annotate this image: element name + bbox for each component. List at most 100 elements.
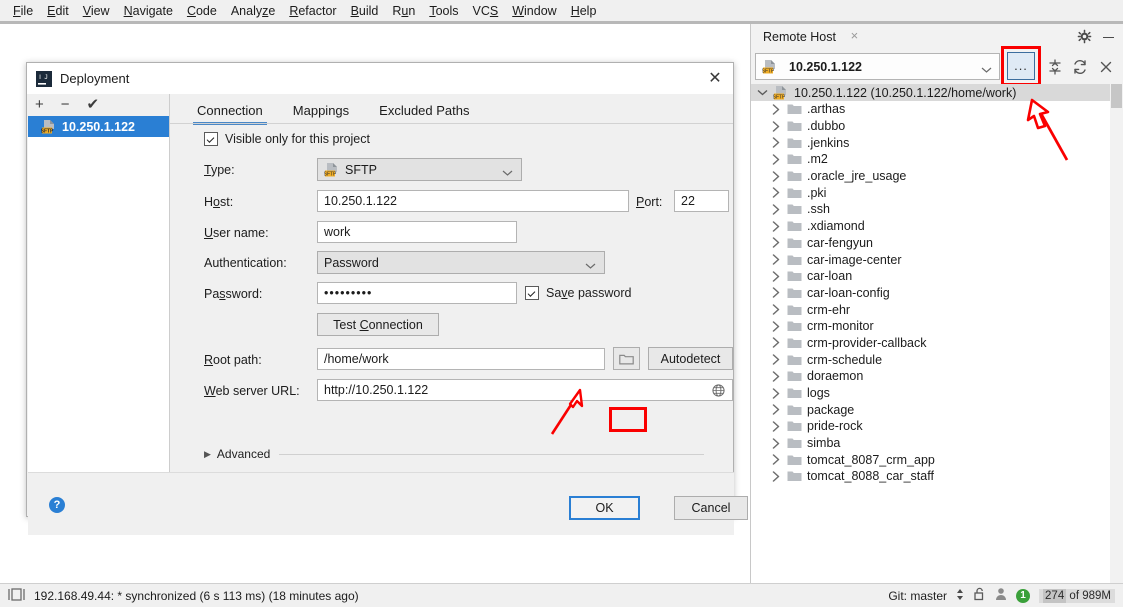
close-icon[interactable]: [1097, 58, 1115, 76]
menu-item-build[interactable]: Build: [344, 2, 386, 20]
menu-item-file[interactable]: File: [6, 2, 40, 20]
git-branch-label[interactable]: Git: master: [888, 589, 947, 603]
server-list-item[interactable]: SFTP 10.250.1.122: [28, 116, 169, 137]
tree-vertical-scrollbar[interactable]: [1110, 84, 1123, 583]
gear-icon[interactable]: [1077, 29, 1092, 44]
chevron-right-icon[interactable]: [765, 187, 787, 198]
help-button[interactable]: ?: [49, 497, 65, 513]
authentication-combo[interactable]: Password: [317, 251, 605, 274]
chevron-right-icon[interactable]: [765, 104, 787, 115]
tree-item-row[interactable]: car-image-center: [751, 251, 1123, 268]
tree-item-row[interactable]: .xdiamond: [751, 218, 1123, 235]
menu-item-view[interactable]: View: [76, 2, 117, 20]
tree-item-row[interactable]: crm-schedule: [751, 351, 1123, 368]
browse-ellipsis-button[interactable]: ...: [1007, 52, 1035, 80]
chevron-right-icon[interactable]: [765, 154, 787, 165]
user-avatar-icon[interactable]: [995, 587, 1007, 604]
type-combo[interactable]: SFTP SFTP: [317, 158, 522, 181]
tree-item-row[interactable]: pride-rock: [751, 418, 1123, 435]
cancel-button[interactable]: Cancel: [674, 496, 748, 520]
chevron-right-icon[interactable]: [765, 171, 787, 182]
advanced-section-header[interactable]: ▶ Advanced: [204, 447, 704, 461]
password-input[interactable]: •••••••••: [317, 282, 517, 304]
tree-item-row[interactable]: .oracle_jre_usage: [751, 168, 1123, 185]
menu-item-window[interactable]: Window: [505, 2, 563, 20]
chevron-right-icon[interactable]: [765, 137, 787, 148]
layout-toggle-icon[interactable]: [8, 588, 25, 604]
chevron-expanded-icon[interactable]: [751, 89, 773, 96]
autodetect-button[interactable]: Autodetect: [648, 347, 733, 370]
tree-item-row[interactable]: crm-ehr: [751, 301, 1123, 318]
chevron-right-icon[interactable]: [765, 271, 787, 282]
tree-item-row[interactable]: car-loan: [751, 268, 1123, 285]
menu-item-analyze[interactable]: Analyze: [224, 2, 282, 20]
tree-item-row[interactable]: .pki: [751, 184, 1123, 201]
chevron-right-icon[interactable]: [765, 121, 787, 132]
web-url-input[interactable]: http://10.250.1.122: [317, 379, 733, 401]
chevron-right-icon[interactable]: [765, 388, 787, 399]
notification-badge[interactable]: 1: [1016, 589, 1030, 603]
tree-item-row[interactable]: crm-provider-callback: [751, 335, 1123, 352]
menu-item-refactor[interactable]: Refactor: [282, 2, 343, 20]
tab-excluded-paths[interactable]: Excluded Paths: [379, 103, 469, 125]
root-path-browse-button[interactable]: [613, 347, 640, 370]
tree-item-row[interactable]: .jenkins: [751, 134, 1123, 151]
globe-icon[interactable]: [712, 384, 725, 400]
chevron-right-icon[interactable]: ▶: [204, 449, 211, 460]
host-input[interactable]: 10.250.1.122: [317, 190, 629, 212]
tree-item-row[interactable]: tomcat_8088_car_staff: [751, 468, 1123, 485]
menu-item-edit[interactable]: Edit: [40, 2, 76, 20]
chevron-right-icon[interactable]: [765, 221, 787, 232]
tree-root-row[interactable]: SFTP 10.250.1.122 (10.250.1.122/home/wor…: [751, 84, 1123, 101]
menu-item-tools[interactable]: Tools: [422, 2, 465, 20]
chevron-right-icon[interactable]: [765, 321, 787, 332]
chevron-right-icon[interactable]: [765, 421, 787, 432]
tree-item-row[interactable]: .ssh: [751, 201, 1123, 218]
tree-item-row[interactable]: car-fengyun: [751, 235, 1123, 252]
tree-item-row[interactable]: crm-monitor: [751, 318, 1123, 335]
menu-item-vcs[interactable]: VCS: [466, 2, 506, 20]
chevron-right-icon[interactable]: [765, 287, 787, 298]
memory-indicator[interactable]: 274 of 989M: [1039, 589, 1115, 603]
menu-item-run[interactable]: Run: [385, 2, 422, 20]
menu-item-navigate[interactable]: Navigate: [117, 2, 180, 20]
menu-item-code[interactable]: Code: [180, 2, 224, 20]
chevron-right-icon[interactable]: [765, 204, 787, 215]
tree-item-row[interactable]: car-loan-config: [751, 285, 1123, 302]
save-password-checkbox-row[interactable]: Save password: [525, 286, 631, 300]
tree-item-row[interactable]: .arthas: [751, 101, 1123, 118]
test-connection-button[interactable]: Test Connection: [317, 313, 439, 336]
tab-mappings[interactable]: Mappings: [293, 103, 349, 125]
add-server-button[interactable]: +: [35, 98, 44, 112]
ok-button[interactable]: OK: [569, 496, 640, 520]
tree-vertical-scroll-thumb[interactable]: [1111, 84, 1122, 108]
git-branch-updown-icon[interactable]: [956, 588, 964, 604]
tree-item-row[interactable]: package: [751, 401, 1123, 418]
server-combo[interactable]: SFTP 10.250.1.122: [755, 53, 1000, 80]
chevron-right-icon[interactable]: [765, 254, 787, 265]
remove-server-button[interactable]: −: [61, 98, 70, 112]
tree-item-row[interactable]: simba: [751, 435, 1123, 452]
chevron-right-icon[interactable]: [765, 337, 787, 348]
visible-only-checkbox-row[interactable]: Visible only for this project: [204, 132, 370, 146]
tab-close-icon[interactable]: ×: [848, 30, 861, 43]
menu-item-help[interactable]: Help: [564, 2, 604, 20]
tab-connection[interactable]: Connection: [197, 103, 263, 125]
root-path-input[interactable]: /home/work: [317, 348, 605, 370]
chevron-right-icon[interactable]: [765, 404, 787, 415]
save-password-checkbox[interactable]: [525, 286, 539, 300]
chevron-right-icon[interactable]: [765, 371, 787, 382]
tree-item-row[interactable]: tomcat_8087_crm_app: [751, 451, 1123, 468]
visible-only-checkbox[interactable]: [204, 132, 218, 146]
chevron-right-icon[interactable]: [765, 354, 787, 365]
chevron-right-icon[interactable]: [765, 237, 787, 248]
username-input[interactable]: work: [317, 221, 517, 243]
chevron-right-icon[interactable]: [765, 438, 787, 449]
tree-item-row[interactable]: doraemon: [751, 368, 1123, 385]
minimize-icon[interactable]: [1102, 30, 1115, 43]
tree-item-row[interactable]: .m2: [751, 151, 1123, 168]
chevron-right-icon[interactable]: [765, 304, 787, 315]
port-input[interactable]: 22: [674, 190, 729, 212]
refresh-icon[interactable]: [1071, 58, 1089, 76]
dialog-close-icon[interactable]: ✕: [705, 69, 725, 89]
